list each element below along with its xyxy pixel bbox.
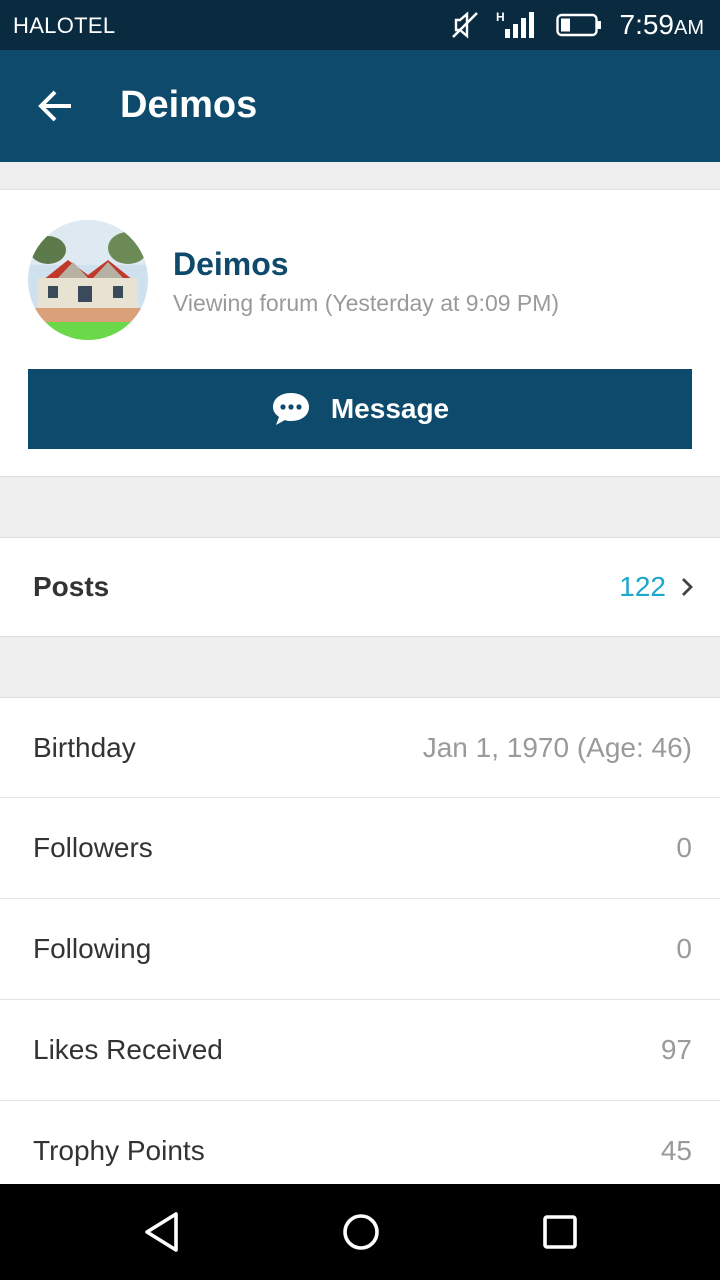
vibrate-off-icon (450, 10, 480, 40)
clock: 7:59AM (620, 9, 705, 41)
message-button[interactable]: Message (28, 369, 692, 449)
back-button[interactable] (30, 83, 80, 129)
signal-icon: H (496, 9, 536, 41)
status-bar: HALOTEL H 7:59AM (0, 0, 720, 50)
chat-bubble-icon (272, 393, 309, 425)
svg-text:H: H (496, 10, 505, 24)
message-button-label: Message (330, 393, 450, 424)
status-icons: H 7:59AM (450, 8, 705, 42)
stat-label: Followers (33, 832, 153, 863)
nav-recents-button[interactable] (536, 1208, 584, 1256)
stat-row-likes-received: Likes Received 97 (0, 1000, 720, 1100)
app-bar: Deimos (0, 50, 720, 162)
stat-value: Jan 1, 1970 (Age: 46) (422, 731, 692, 763)
posts-count: 122 (619, 571, 694, 603)
posts-label: Posts (33, 571, 110, 602)
posts-row[interactable]: Posts 122 (0, 537, 720, 637)
stat-label: Birthday (33, 731, 136, 763)
stat-value: 45 (660, 1135, 692, 1166)
stat-label: Trophy Points (33, 1135, 205, 1166)
clock-time: 7:59 (619, 9, 675, 40)
profile-status: Viewing forum (Yesterday at 9:09 PM) (173, 290, 560, 316)
circle-home-icon (343, 1214, 379, 1250)
page-title: Deimos (120, 84, 258, 126)
stat-row-trophy-points: Trophy Points 45 (0, 1101, 720, 1184)
navigation-bar (0, 1184, 720, 1280)
arrow-left-icon (38, 90, 71, 122)
stat-label: Likes Received (33, 1034, 223, 1065)
posts-count-value: 122 (619, 571, 666, 602)
profile-name[interactable]: Deimos (173, 246, 289, 283)
clock-ampm: AM (674, 17, 704, 39)
stat-row-followers: Followers 0 (0, 798, 720, 898)
carrier-name: HALOTEL (13, 13, 116, 38)
battery-icon (555, 13, 602, 37)
stat-value: 0 (676, 832, 692, 863)
stat-value: 97 (660, 1034, 692, 1065)
stat-row-following: Following 0 (0, 899, 720, 999)
chevron-right-icon (680, 576, 694, 598)
nav-home-button[interactable] (337, 1208, 385, 1256)
triangle-back-icon (145, 1212, 178, 1252)
nav-back-button[interactable] (138, 1208, 186, 1256)
stat-row-birthday: Birthday Jan 1, 1970 (Age: 46) (0, 697, 720, 797)
stat-value: 0 (676, 933, 692, 964)
stat-label: Following (33, 933, 152, 964)
square-recents-icon (543, 1215, 577, 1249)
profile-card: Deimos Viewing forum (Yesterday at 9:09 … (0, 189, 720, 477)
avatar[interactable] (28, 220, 148, 340)
